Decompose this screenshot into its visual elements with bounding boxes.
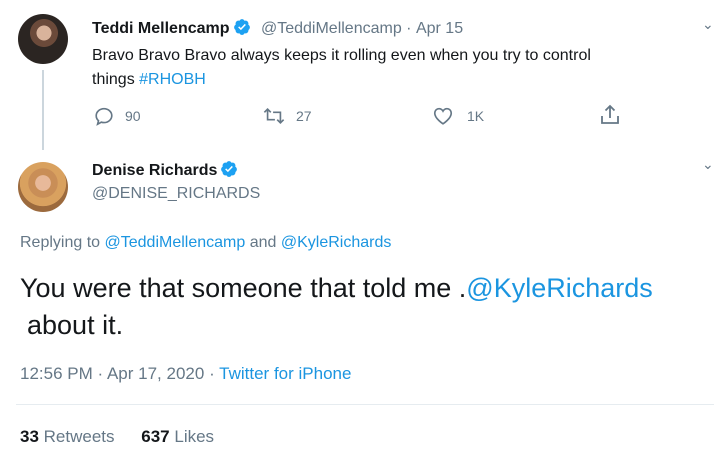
retweet-icon — [263, 107, 285, 125]
reply-action[interactable]: 90 — [93, 105, 141, 127]
verified-icon — [221, 161, 238, 177]
divider — [16, 404, 714, 405]
header-separator: · — [406, 20, 412, 37]
reply-icon — [95, 107, 113, 126]
retweet-action[interactable]: 27 — [262, 105, 312, 127]
main-author-name[interactable]: Denise Richards — [92, 162, 217, 179]
parent-tweet-header: Teddi Mellencamp @TeddiMellencamp · Apr … — [92, 18, 463, 38]
retweet-total: 33 — [20, 427, 39, 446]
parent-text-line1: Bravo Bravo Bravo always keeps it rollin… — [92, 47, 591, 64]
parent-text-line2: things #RHOBH — [92, 68, 692, 92]
reply-mention-kyle[interactable]: @KyleRichards — [281, 234, 392, 251]
meta-separator: · — [97, 364, 104, 383]
parent-tweet-date[interactable]: Apr 15 — [416, 20, 463, 37]
main-text-prefix: You were that someone that told me . — [20, 273, 467, 303]
reply-count: 90 — [125, 108, 141, 124]
parent-author-name[interactable]: Teddi Mellencamp — [92, 20, 230, 37]
tweet-meta: 12:56 PM · Apr 17, 2020 · Twitter for iP… — [20, 364, 351, 384]
parent-text-prefix: things — [92, 71, 140, 88]
like-total: 637 — [141, 427, 170, 446]
retweets-stat[interactable]: 33 Retweets — [20, 427, 115, 446]
main-text-suffix: about it. — [27, 310, 124, 340]
retweet-count: 27 — [296, 108, 312, 124]
retweets-label: Retweets — [43, 427, 115, 446]
heart-icon — [433, 107, 453, 125]
avatar-denise[interactable] — [18, 162, 68, 212]
like-count: 1K — [467, 108, 485, 124]
like-action[interactable]: 1K — [431, 105, 484, 127]
likes-stat[interactable]: 637 Likes — [141, 427, 214, 446]
meta-separator: · — [209, 364, 215, 383]
share-icon — [601, 104, 619, 124]
main-author-handle[interactable]: @DENISE_RICHARDS — [92, 185, 260, 203]
main-text-line1: You were that someone that told me .@Kyl… — [20, 270, 710, 307]
avatar-teddi[interactable] — [18, 14, 68, 64]
parent-author-handle[interactable]: @TeddiMellencamp — [261, 20, 402, 37]
tweet-source[interactable]: Twitter for iPhone — [219, 364, 351, 383]
reply-mention-teddi[interactable]: @TeddiMellencamp — [105, 234, 246, 251]
caret-down-icon[interactable]: ⌄ — [702, 16, 714, 33]
main-author-name-row: Denise Richards — [92, 160, 238, 180]
share-action[interactable] — [598, 103, 622, 127]
parent-tweet-text: Bravo Bravo Bravo always keeps it rollin… — [92, 44, 692, 92]
main-tweet-text: You were that someone that told me .@Kyl… — [20, 270, 710, 344]
thread-connector — [42, 70, 44, 150]
replying-to: Replying to @TeddiMellencamp and @KyleRi… — [20, 234, 391, 252]
verified-icon — [233, 19, 250, 35]
reply-and: and — [249, 234, 277, 251]
caret-down-icon[interactable]: ⌄ — [702, 156, 714, 173]
tweet-date[interactable]: Apr 17, 2020 — [107, 364, 204, 383]
likes-label: Likes — [174, 427, 215, 446]
main-text-mention[interactable]: @KyleRichards — [466, 273, 652, 303]
tweet-stats: 33 Retweets 637 Likes — [20, 427, 214, 447]
tweet-time[interactable]: 12:56 PM — [20, 364, 93, 383]
hashtag-link[interactable]: #RHOBH — [139, 71, 206, 88]
replying-to-label: Replying to — [20, 234, 101, 251]
